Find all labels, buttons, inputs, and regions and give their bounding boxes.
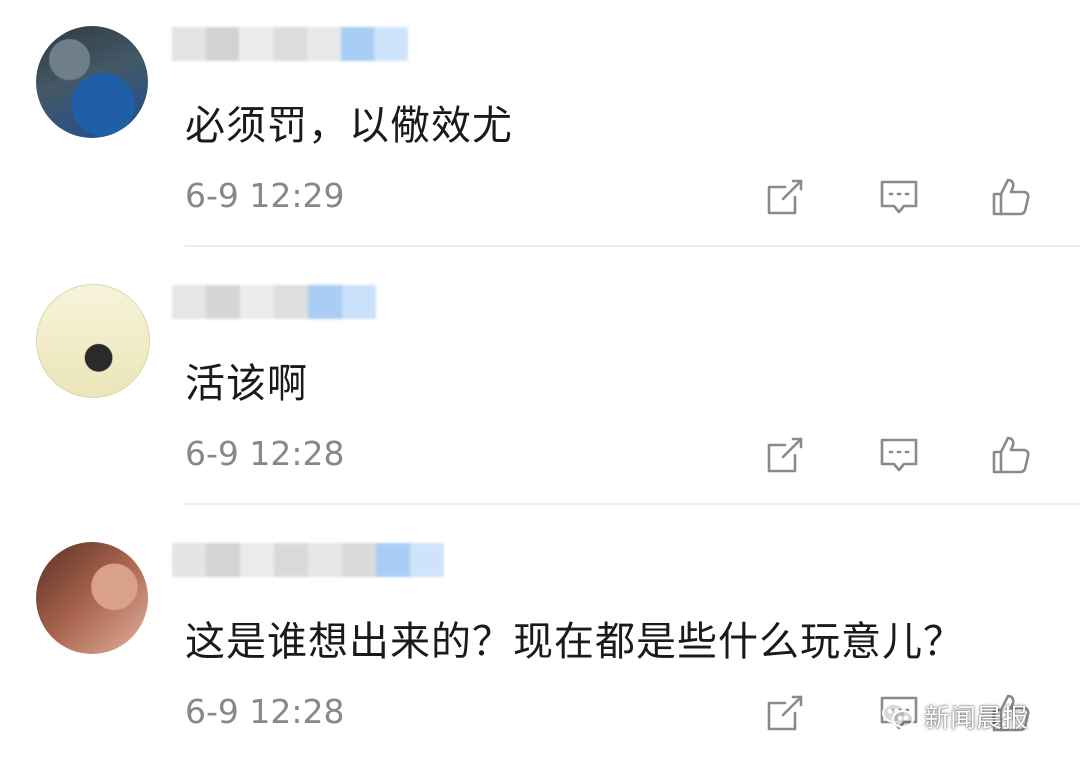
comment-time: 6-9 12:29 xyxy=(185,176,345,215)
comment-text: 这是谁想出来的？现在都是些什么玩意儿？ xyxy=(185,619,964,665)
divider xyxy=(185,503,1080,505)
username-blurred[interactable] xyxy=(172,282,388,322)
share-button[interactable] xyxy=(760,172,810,222)
share-icon xyxy=(767,695,803,731)
avatar[interactable] xyxy=(36,284,150,398)
watermark: 新闻晨报 xyxy=(880,696,1028,736)
reply-button[interactable] xyxy=(874,172,924,222)
comment-actions xyxy=(760,430,1040,480)
share-button[interactable] xyxy=(760,688,810,738)
reply-button[interactable] xyxy=(874,430,924,480)
username-blurred[interactable] xyxy=(172,540,454,580)
comment-text: 必须罚，以儆效尤 xyxy=(185,103,513,149)
comment-item: 必须罚，以儆效尤 6-9 12:29 xyxy=(0,0,1080,258)
thumbs-up-icon xyxy=(992,436,1030,474)
comment-icon xyxy=(880,180,918,214)
share-icon xyxy=(767,179,803,215)
comment-icon xyxy=(880,438,918,472)
like-button[interactable] xyxy=(986,430,1036,480)
comment-actions xyxy=(760,172,1040,222)
share-icon xyxy=(767,437,803,473)
avatar[interactable] xyxy=(36,26,148,138)
username-blurred[interactable] xyxy=(172,24,409,64)
divider xyxy=(185,245,1080,247)
share-button[interactable] xyxy=(760,430,810,480)
comment-item: 活该啊 6-9 12:28 xyxy=(0,258,1080,516)
wechat-icon xyxy=(882,703,914,728)
watermark-label: 新闻晨报 xyxy=(924,703,1029,734)
like-button[interactable] xyxy=(986,172,1036,222)
thumbs-up-icon xyxy=(992,178,1030,216)
comment-text: 活该啊 xyxy=(185,361,308,407)
comment-time: 6-9 12:28 xyxy=(185,692,345,731)
avatar[interactable] xyxy=(36,542,148,654)
comment-time: 6-9 12:28 xyxy=(185,434,345,473)
